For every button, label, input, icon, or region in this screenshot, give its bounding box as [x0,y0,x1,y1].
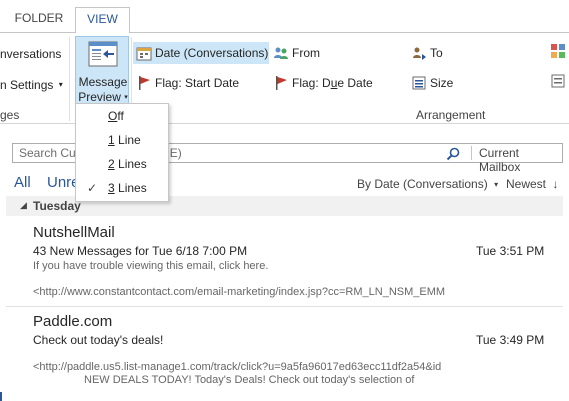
chevron-down-icon: ▾ [494,180,499,189]
sort-order-button[interactable]: Newest ↓ [506,177,558,191]
menu-item-label: ff [117,109,124,123]
tab-folder[interactable]: FOLDER [0,7,78,32]
size-icon [412,76,426,90]
flag-icon [139,76,150,90]
calendar-icon [136,47,152,61]
messages-group-label: ges [0,108,20,122]
selection-bar [0,392,2,401]
menu-item-accelerator: 3 [108,181,115,195]
sort-order-label: Newest [506,177,547,191]
menu-item-label: Lines [114,157,147,171]
menu-item-1-line[interactable]: 1 Line [76,128,168,152]
arrange-flag-start-date[interactable]: Flag: Start Date [133,72,269,94]
message-preview-menu: Off 1 Line 2 Lines ✓ 3 Lines [75,103,169,202]
menu-item-label: Line [114,133,141,147]
menu-item-accelerator: O [108,109,118,123]
person-arrow-icon [413,47,426,60]
arrange-size[interactable]: Size [408,72,508,94]
message-preview-line: <http://paddle.us5.list-manage1.com/trac… [33,361,442,373]
menu-item-2-lines[interactable]: 2 Lines [76,152,168,176]
checkmark-icon: ✓ [87,181,98,195]
search-placeholder-tail: E) [169,146,182,160]
group-title: Tuesday [33,199,81,213]
message-preview-line: <http://www.constantcontact.com/email-ma… [33,286,446,298]
categories-icon[interactable] [550,43,566,59]
message-preview-line: NEW DEALS TODAY! Today's Deals! Check ou… [84,374,415,386]
chevron-down-icon: ▾ [124,94,128,101]
list-divider [6,306,563,307]
list-item[interactable]: Paddle.com Check out today's deals! Tue … [6,313,563,393]
menu-item-label: Lines [114,181,147,195]
search-divider [471,146,472,160]
flag-due-date-text: Flag: D [292,76,331,90]
date-conversations-label: Date (Conversations) [155,46,269,60]
flag-start-date-label: Flag: Start Date [155,76,240,90]
message-subject: Check out today's deals! [33,333,164,347]
message-sender: Paddle.com [33,313,113,330]
search-scope-dropdown[interactable]: Current Mailbox [479,146,562,174]
to-label: To [430,46,443,60]
message-time: Tue 3:49 PM [476,333,545,347]
preview-word: Preview [78,90,121,104]
menu-item-accelerator: 1 [108,133,115,147]
chevron-down-icon: ▾ [58,80,63,89]
arrow-down-icon: ↓ [552,177,559,191]
menu-item-accelerator: 2 [108,157,115,171]
message-preview-label: Message [78,75,128,89]
message-subject: 43 New Messages for Tue 6/18 7:00 PM [33,244,248,258]
from-label: From [292,46,320,60]
conversation-settings-button[interactable]: n Settings ▾ [0,78,63,92]
message-preview-icon [88,41,118,67]
people-icon [274,47,288,59]
message-preview-line: If you have trouble viewing this email, … [33,260,269,272]
arrange-date-conversations[interactable]: Date (Conversations) [133,42,269,64]
list-item[interactable]: NutshellMail 43 New Messages for Tue 6/1… [6,224,563,304]
conversations-button[interactable]: nversations [0,47,61,61]
sort-by-label: By Date (Conversations) [357,177,488,191]
filter-all[interactable]: All [14,174,31,191]
sort-by-dropdown[interactable]: By Date (Conversations) ▾ [357,177,498,191]
tab-view[interactable]: VIEW [75,7,130,33]
group-divider [69,37,70,121]
arrangement-group-label: Arrangement [416,108,486,122]
conversations-label: nversations [0,47,62,61]
search-placeholder-head: Search Curr [19,146,84,160]
message-time: Tue 3:51 PM [476,244,545,258]
size-label: Size [430,76,454,90]
message-preview-label-2: Preview ▾ [76,90,130,104]
conversation-settings-label: n Settings [0,78,54,92]
flag-due-date-label: Flag: Due Date [292,76,373,90]
flag-icon [276,76,287,90]
menu-item-3-lines[interactable]: ✓ 3 Lines [76,176,168,200]
collapse-triangle-icon[interactable]: ◢ [20,200,27,211]
arrange-to[interactable]: To [408,42,508,64]
message-preview-button[interactable]: Message Preview ▾ [75,36,129,106]
message-sender: NutshellMail [33,224,115,241]
search-icon[interactable] [445,146,461,162]
menu-item-off[interactable]: Off [76,104,168,128]
type-icon[interactable] [550,73,566,89]
arrange-flag-due-date[interactable]: Flag: Due Date [270,72,400,94]
arrange-from[interactable]: From [270,42,380,64]
ribbon-tabs: FOLDER VIEW [0,0,569,33]
flag-due-date-text: e Date [337,76,373,90]
